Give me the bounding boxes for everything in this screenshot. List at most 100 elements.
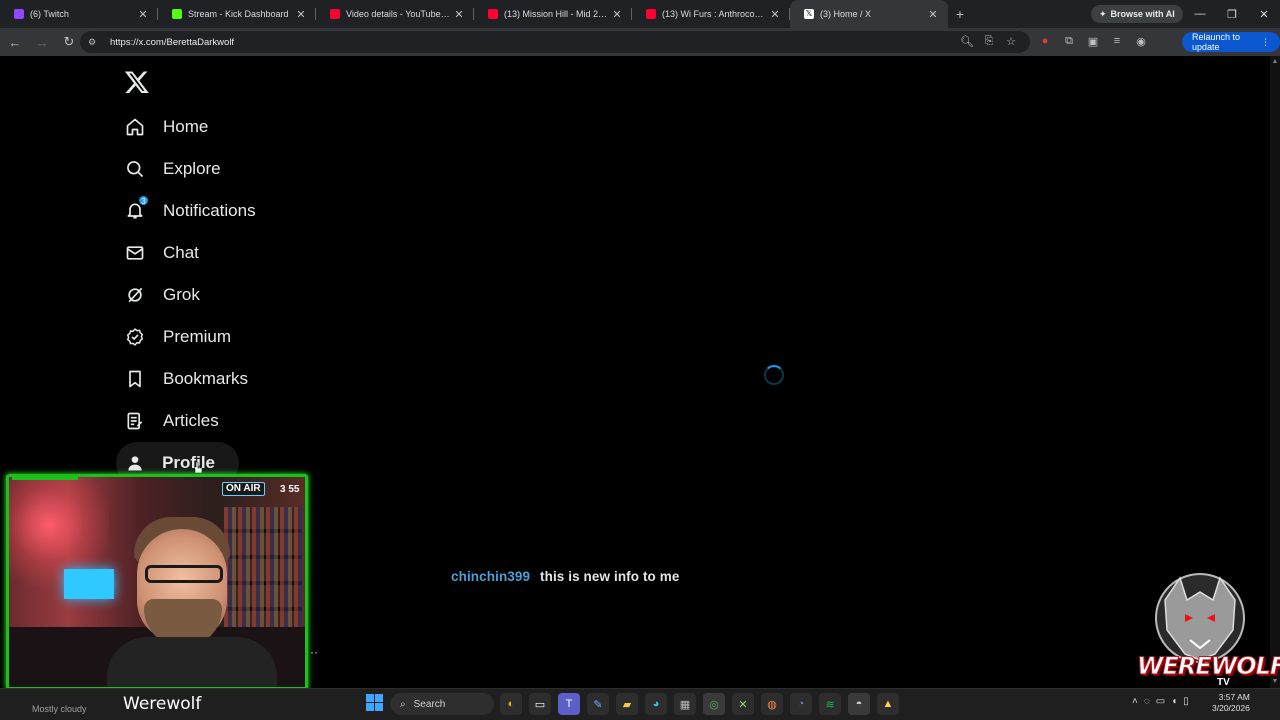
tab-title: (13) Mission Hill - Mid 20s [Wa (504, 9, 610, 19)
extension-icons: ● ⧉ ▣ ≡ ◉ (1038, 33, 1148, 49)
sidebar-item-label: Explore (163, 159, 221, 178)
sidebar-item-grok[interactable]: Grok (116, 274, 280, 316)
verified-icon (124, 326, 146, 348)
tab-title: Stream - Kick Dashboard (188, 9, 289, 19)
spotify-icon[interactable]: ≋ (819, 693, 841, 715)
clock-date: 3/20/2026 (1212, 703, 1250, 713)
zoom-icon[interactable]: 🔍︎ (960, 33, 974, 49)
chevron-up-icon[interactable]: ˄ (1132, 696, 1138, 707)
profile-avatar-icon[interactable]: ◉ (1134, 33, 1148, 49)
mail-icon (124, 242, 146, 264)
xbox-icon[interactable]: ✕ (732, 693, 754, 715)
youtube-icon (488, 9, 498, 19)
close-icon[interactable]: ✕ (452, 8, 466, 21)
sidebar-item-notifications[interactable]: 3 Notifications (116, 190, 280, 232)
person-shirt (107, 637, 277, 687)
teams-icon[interactable]: T (558, 693, 580, 715)
windows-start-icon[interactable] (366, 694, 383, 711)
close-icon[interactable]: ✕ (610, 8, 624, 21)
scrollbar[interactable]: ▲ ▼ (1270, 56, 1280, 688)
tab-title: Video details - YouTube Studio (346, 9, 452, 19)
sidebar-item-label: Bookmarks (163, 369, 249, 388)
sidebar-item-label: Home (163, 117, 209, 136)
browser-tab-strip: (6) Twitch ✕ Stream - Kick Dashboard ✕ Vid… (0, 0, 1280, 28)
youtube-icon (330, 9, 340, 19)
system-tray: ˄ ◌ ▭ ◖ ▯ (1132, 696, 1189, 707)
sidebar-item-bookmarks[interactable]: Bookmarks (116, 358, 280, 400)
browse-with-ai-button[interactable]: ✦ Browse with AI (1091, 5, 1183, 23)
close-icon[interactable]: ✕ (768, 8, 782, 21)
tab-wi-furs[interactable]: (13) Wi Furs : Anthrocon 2011✕ (632, 0, 790, 28)
article-icon (124, 410, 146, 432)
sidebar-item-chat[interactable]: Chat (116, 232, 280, 274)
close-window-icon[interactable]: ✕ (1248, 0, 1280, 28)
weather-widget[interactable]: Mostly cloudy (32, 704, 87, 714)
on-air-badge: ON AIR (222, 482, 265, 496)
steam-icon[interactable]: ◓ (848, 693, 870, 715)
close-icon[interactable]: ✕ (136, 8, 150, 21)
taskbar-clock[interactable]: 3:57 AM 3/20/2026 (1212, 692, 1250, 714)
bookmark-star-icon[interactable]: ☆ (1004, 33, 1018, 49)
sidebar-item-premium[interactable]: Premium (116, 316, 280, 358)
site-settings-icon[interactable]: ⚙ (88, 37, 102, 47)
kebab-menu-icon[interactable]: ⋮ (1261, 37, 1270, 48)
edge-icon[interactable]: ◕ (645, 693, 667, 715)
scroll-up-arrow-icon[interactable]: ▲ (1271, 58, 1279, 66)
firefox-icon[interactable]: ◍ (761, 693, 783, 715)
close-icon[interactable]: ✕ (294, 8, 308, 21)
taskbar-search-label: Search (413, 698, 446, 710)
mic-icon[interactable]: ◌ (1144, 696, 1150, 707)
sidebar-item-home[interactable]: Home (116, 106, 280, 148)
puzzle-icon[interactable]: ⧉ (1062, 33, 1076, 49)
url-text: https://x.com/BerettaDarkwolf (110, 36, 235, 48)
file-explorer-icon[interactable]: ▰ (616, 693, 638, 715)
close-icon[interactable]: ✕ (926, 8, 940, 21)
copilot-icon[interactable]: ◐ (500, 693, 522, 715)
search-icon (124, 158, 146, 180)
chat-username: chinchin399 (451, 569, 531, 584)
app-icon[interactable]: ▲ (877, 693, 899, 715)
x-logo-icon[interactable] (124, 69, 150, 95)
sidepanel-icon[interactable]: ▣ (1086, 33, 1100, 49)
relaunch-label: Relaunch to update (1192, 32, 1241, 52)
sidebar-item-articles[interactable]: Articles (116, 400, 280, 442)
webcam-accent-bar (12, 476, 132, 480)
sidebar-item-explore[interactable]: Explore (116, 148, 280, 190)
webcam-overlay (6, 474, 308, 690)
extension-red-icon[interactable]: ● (1038, 33, 1052, 49)
minimize-icon[interactable]: — (1184, 0, 1216, 28)
task-view-icon[interactable]: ▭ (529, 693, 551, 715)
tab-title: (6) Twitch (30, 9, 69, 19)
chrome-icon[interactable]: ◎ (703, 693, 725, 715)
tab-kick[interactable]: Stream - Kick Dashboard ✕ (158, 0, 316, 28)
hand-cursor-icon (194, 462, 202, 474)
network-icon[interactable]: ▭ (1156, 696, 1165, 707)
person-icon (124, 452, 145, 474)
sparkle-icon: ✦ (1099, 8, 1107, 19)
taskbar-search[interactable]: ⌕ Search (390, 693, 494, 715)
forward-arrow-icon[interactable]: → (30, 30, 54, 54)
battery-icon[interactable]: ▯ (1183, 696, 1189, 707)
reload-icon[interactable]: ↻ (57, 30, 81, 54)
tab-x-home[interactable]: 𝕏 (3) Home / X ✕ (790, 0, 948, 28)
reading-list-icon[interactable]: ≡ (1110, 33, 1124, 49)
clipchamp-icon[interactable]: ✎ (587, 693, 609, 715)
address-bar[interactable]: ⚙ https://x.com/BerettaDarkwolf (80, 31, 1030, 53)
install-app-icon[interactable]: ⎘ (982, 33, 996, 49)
home-icon (124, 116, 146, 138)
youtube-icon (646, 9, 656, 19)
back-arrow-icon[interactable]: ← (3, 30, 27, 54)
tab-twitch[interactable]: (6) Twitch ✕ (0, 0, 158, 28)
tab-title: (3) Home / X (820, 9, 872, 19)
tab-title: (13) Wi Furs : Anthrocon 2011 (662, 9, 768, 19)
tab-mission-hill[interactable]: (13) Mission Hill - Mid 20s [Wa✕ (474, 0, 632, 28)
new-tab-button[interactable]: + (948, 0, 972, 28)
store-icon[interactable]: ▦ (674, 693, 696, 715)
relaunch-to-update-button[interactable]: Relaunch to update ⋮ (1182, 32, 1280, 52)
notification-count-badge: 3 (138, 195, 149, 206)
discord-icon[interactable]: ◔ (790, 693, 812, 715)
tab-youtube-studio[interactable]: Video details - YouTube Studio✕ (316, 0, 474, 28)
werewolf-logo-text: WEREWOLF (1136, 652, 1280, 681)
maximize-icon[interactable]: ❐ (1216, 0, 1248, 28)
volume-icon[interactable]: ◖ (1171, 696, 1177, 707)
